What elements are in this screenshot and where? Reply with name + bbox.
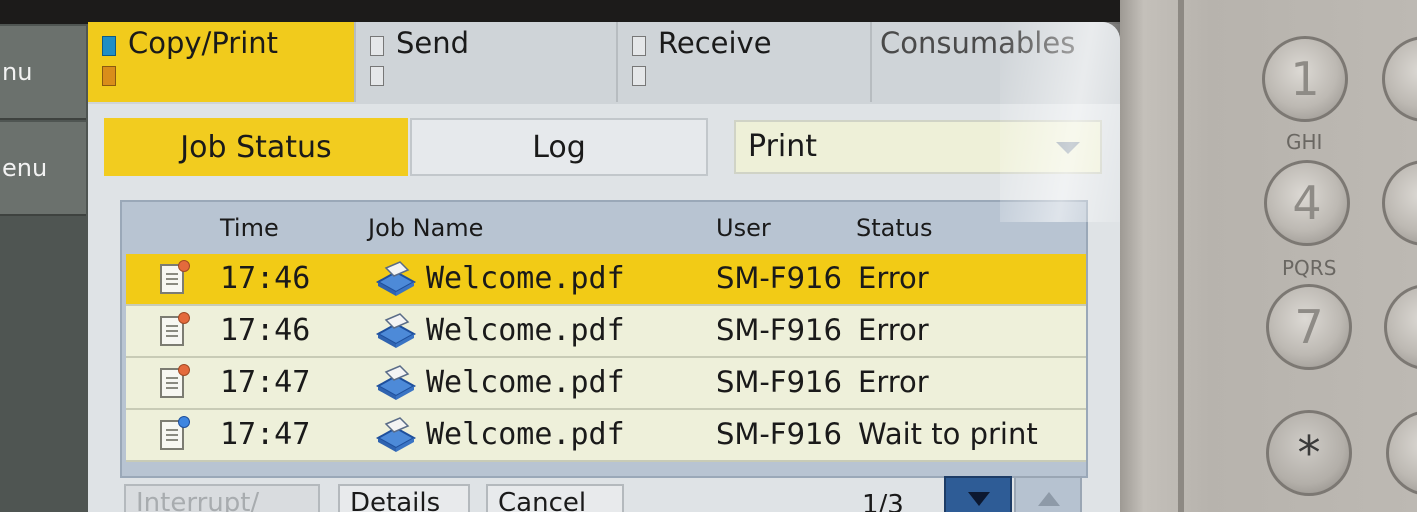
subtab-log[interactable]: Log — [410, 118, 708, 176]
page-indicator: 1/3 — [862, 490, 904, 512]
row-time: 17:47 — [220, 417, 311, 452]
row-time: 17:46 — [220, 313, 311, 348]
row-user: SM-F916 — [716, 261, 842, 295]
dropdown-value: Print — [748, 129, 818, 164]
cancel-button[interactable]: Cancel — [486, 484, 624, 512]
status-indicator-icon — [370, 36, 384, 56]
interrupt-button[interactable]: Interrupt/ — [124, 484, 320, 512]
table-row[interactable]: 17:47 Welcome.pdf SM-F916 Wait to print — [126, 410, 1086, 462]
job-type-dropdown[interactable]: Print — [734, 120, 1102, 174]
tab-label: Copy/Print — [128, 26, 279, 60]
printer-icon — [375, 365, 417, 400]
row-user: SM-F916 — [716, 365, 842, 399]
doc-error-icon — [160, 260, 190, 294]
side-menu-button-1[interactable]: nu — [0, 26, 86, 120]
row-status: Error — [858, 261, 929, 295]
column-header-job-name: Job Name — [368, 214, 484, 242]
tab-consumables[interactable]: Consumables — [872, 22, 1120, 102]
row-time: 17:47 — [220, 365, 311, 400]
doc-waiting-icon — [160, 416, 190, 450]
table-row[interactable]: 17:46 Welcome.pdf SM-F916 Error — [126, 306, 1086, 358]
side-menu-label: nu — [2, 58, 33, 86]
row-status: Error — [858, 365, 929, 399]
keypad-key-star[interactable]: * — [1266, 410, 1352, 496]
row-job-name: Welcome.pdf — [426, 365, 625, 400]
tab-send[interactable]: Send — [356, 22, 618, 102]
keypad-key-1[interactable]: 1 — [1262, 36, 1348, 122]
status-indicator-icon — [632, 66, 646, 86]
details-button[interactable]: Details — [338, 484, 470, 512]
key-letters: PQRS — [1282, 256, 1337, 280]
tab-copy-print[interactable]: Copy/Print — [88, 22, 356, 102]
row-job-name: Welcome.pdf — [426, 313, 625, 348]
scroll-down-button[interactable] — [944, 476, 1012, 512]
keypad-edge — [1178, 0, 1184, 512]
row-user: SM-F916 — [716, 417, 842, 451]
job-list: Time Job Name User Status 17:46 Welcome.… — [120, 200, 1088, 478]
printer-icon — [375, 313, 417, 348]
key-letters: GHI — [1286, 130, 1323, 154]
row-status: Wait to print — [858, 417, 1038, 451]
row-time: 17:46 — [220, 261, 311, 296]
status-indicator-icon — [102, 36, 116, 56]
table-row[interactable]: 17:47 Welcome.pdf SM-F916 Error — [126, 358, 1086, 410]
top-tab-bar: Copy/Print Send Receive Consumables — [88, 22, 1120, 104]
column-header-user: User — [716, 214, 771, 242]
keypad-key-7[interactable]: 7 — [1266, 284, 1352, 370]
status-indicator-icon — [370, 66, 384, 86]
side-menu-label: enu — [2, 154, 48, 182]
doc-error-icon — [160, 364, 190, 398]
row-job-name: Welcome.pdf — [426, 417, 625, 452]
tab-label: Send — [396, 26, 470, 60]
tab-label: Consumables — [880, 26, 1076, 60]
status-indicator-icon — [102, 66, 116, 86]
status-indicator-icon — [632, 36, 646, 56]
left-side-menu: nu enu — [0, 24, 88, 512]
row-status: Error — [858, 313, 929, 347]
column-header-status: Status — [856, 214, 933, 242]
column-header-time: Time — [220, 214, 279, 242]
subtab-job-status[interactable]: Job Status — [104, 118, 408, 176]
table-row[interactable]: 17:46 Welcome.pdf SM-F916 Error — [126, 254, 1086, 306]
keypad-key-4[interactable]: 4 — [1264, 160, 1350, 246]
row-user: SM-F916 — [716, 313, 842, 347]
printer-icon — [375, 261, 417, 296]
row-job-name: Welcome.pdf — [426, 261, 625, 296]
device-bezel — [0, 0, 1160, 24]
doc-error-icon — [160, 312, 190, 346]
tab-label: Receive — [658, 26, 772, 60]
chevron-down-icon — [1056, 142, 1080, 154]
tab-receive[interactable]: Receive — [618, 22, 872, 102]
scroll-up-button[interactable] — [1014, 476, 1082, 512]
touch-screen: Copy/Print Send Receive Consumables Job … — [88, 22, 1120, 512]
side-menu-button-2[interactable]: enu — [0, 122, 86, 216]
printer-icon — [375, 417, 417, 452]
